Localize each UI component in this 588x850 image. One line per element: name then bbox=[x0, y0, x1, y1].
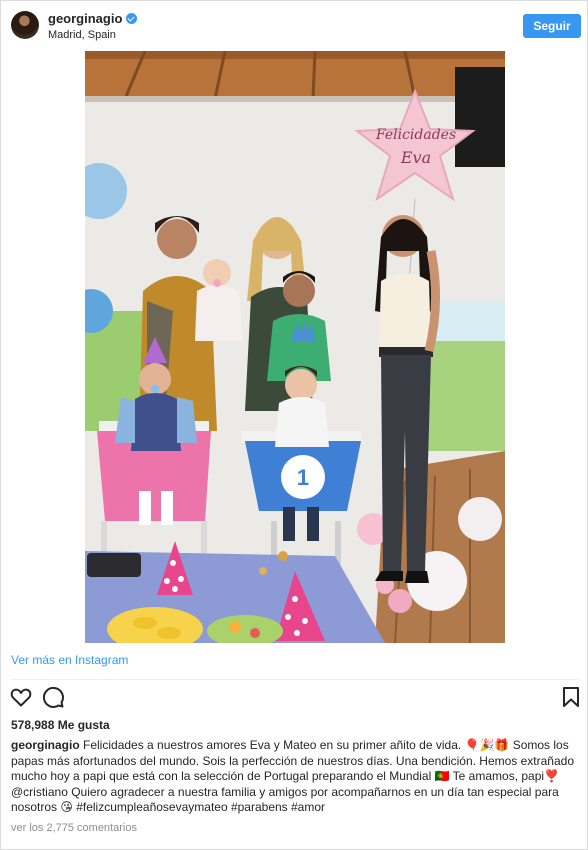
post-photo[interactable]: Felicidades Eva 1 bbox=[85, 51, 505, 643]
verified-badge-icon bbox=[126, 13, 138, 24]
bookmark-icon[interactable] bbox=[559, 685, 585, 711]
post-caption: georginagio Felicidades a nuestros amore… bbox=[11, 738, 577, 816]
location[interactable]: Madrid, Spain bbox=[48, 29, 116, 41]
follow-button[interactable]: Seguir bbox=[523, 14, 581, 38]
username[interactable]: georginagio bbox=[48, 11, 122, 26]
view-comments-link[interactable]: ver los 2,775 comentarios bbox=[11, 822, 137, 834]
divider bbox=[11, 679, 579, 680]
action-bar bbox=[1, 685, 587, 713]
post-header: georginagio Madrid, Spain Seguir bbox=[1, 1, 587, 51]
comment-icon[interactable] bbox=[41, 685, 67, 711]
heart-icon[interactable] bbox=[9, 685, 35, 711]
view-more-on-instagram-link[interactable]: Ver más en Instagram bbox=[11, 653, 128, 667]
balloon-text-line2: Eva bbox=[400, 148, 431, 167]
avatar[interactable] bbox=[11, 11, 39, 39]
username-row[interactable]: georginagio bbox=[48, 11, 138, 26]
caption-text: Felicidades a nuestros amores Eva y Mate… bbox=[11, 738, 575, 814]
instagram-embed-card: georginagio Madrid, Spain Seguir Felicid… bbox=[0, 0, 588, 850]
caption-username[interactable]: georginagio bbox=[11, 738, 80, 752]
balloon-text-line1: Felicidades bbox=[375, 127, 456, 143]
highchair-number: 1 bbox=[297, 465, 309, 490]
like-count[interactable]: 578,988 Me gusta bbox=[11, 718, 110, 732]
